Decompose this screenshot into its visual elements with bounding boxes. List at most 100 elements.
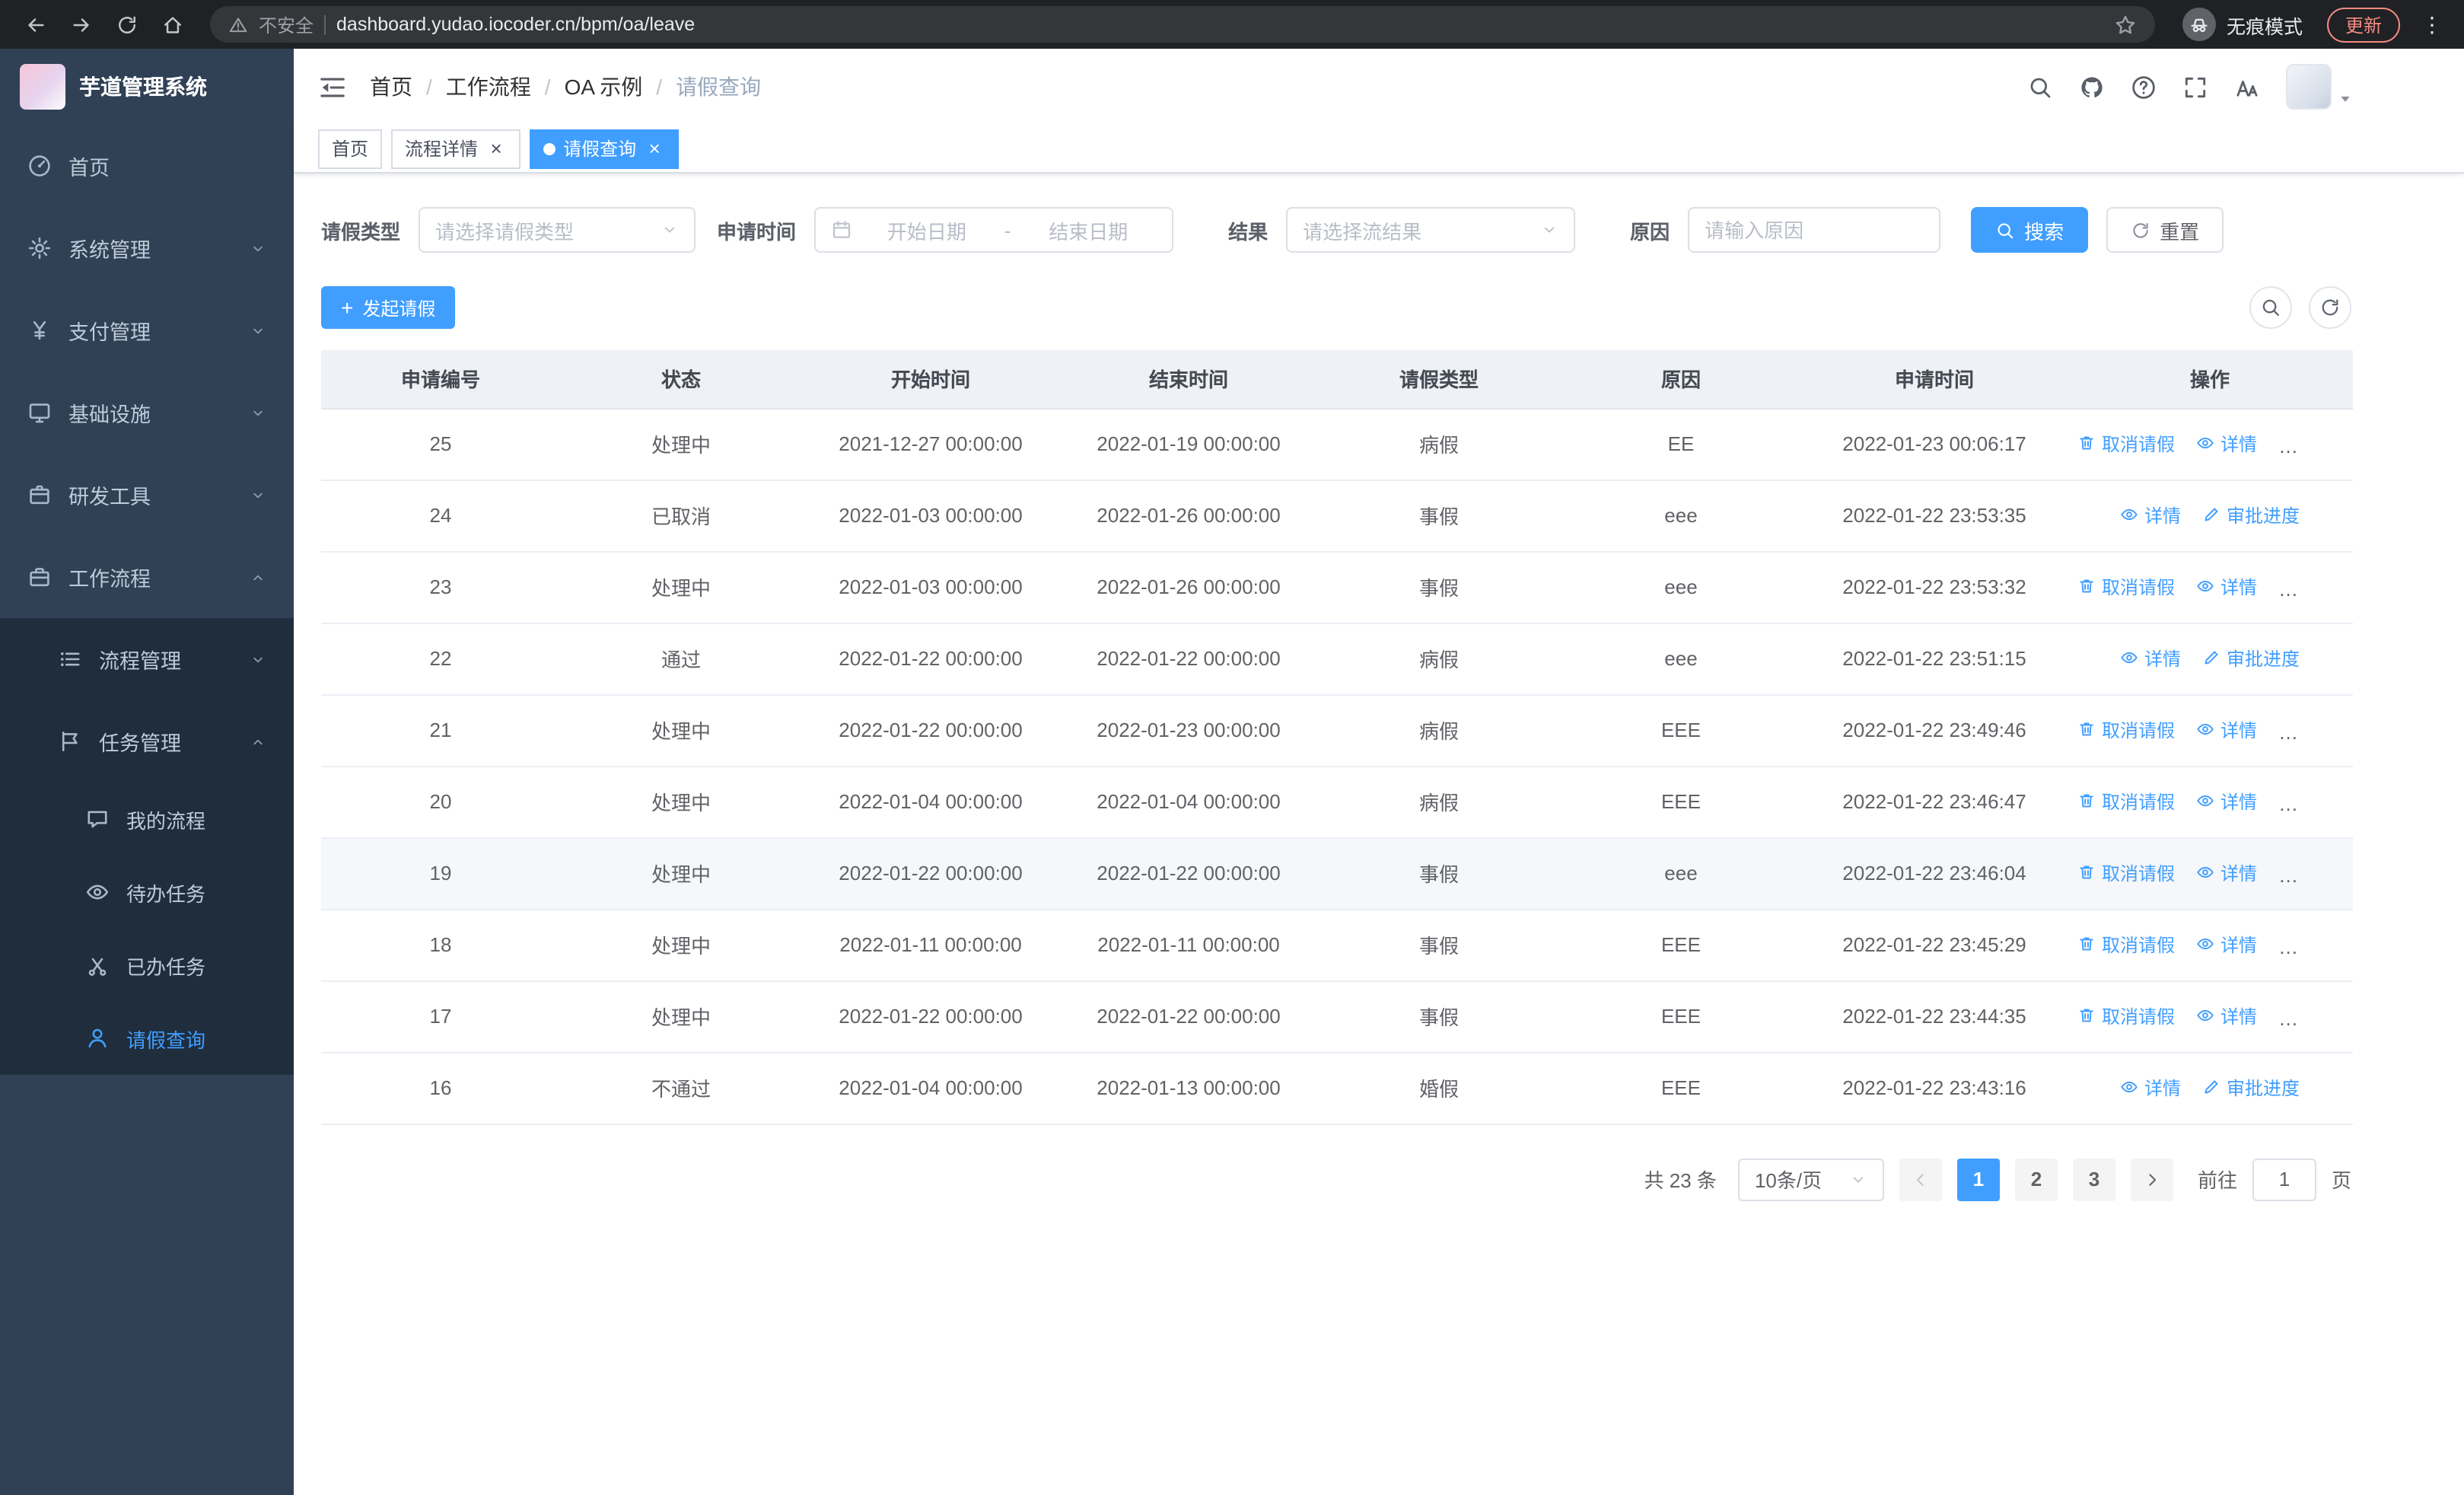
reset-button[interactable]: 重置	[2106, 207, 2224, 253]
forward-icon[interactable]	[61, 5, 100, 44]
cell-id: 25	[321, 408, 560, 480]
sidebar-item-workflow[interactable]: 工作流程	[0, 536, 294, 618]
sidebar-item-system-management[interactable]: 系统管理	[0, 207, 294, 289]
sidebar-item-todo-task[interactable]: 待办任务	[0, 856, 294, 929]
refresh-table-button[interactable]	[2309, 286, 2351, 329]
apply-time-range-picker[interactable]: 开始日期 - 结束日期	[814, 207, 1174, 253]
caret-down-icon	[2338, 91, 2353, 107]
scissors-icon	[85, 953, 110, 977]
detail-link[interactable]: 详情	[2196, 574, 2257, 600]
cancel-link[interactable]: 取消请假	[2077, 1003, 2175, 1029]
trash-icon	[2077, 1007, 2096, 1025]
reload-icon[interactable]	[107, 5, 146, 44]
result-select[interactable]: 请选择流结果	[1286, 207, 1576, 253]
leave-type-select[interactable]: 请选择请假类型	[419, 207, 696, 253]
progress-link[interactable]: 审批进度	[2202, 502, 2300, 528]
cell-type: 病假	[1318, 623, 1560, 695]
cell-id: 24	[321, 480, 560, 552]
cell-status: 不通过	[560, 1052, 802, 1124]
update-button[interactable]: 更新	[2326, 7, 2400, 42]
tab-leave-query[interactable]: 请假查询 ×	[530, 129, 680, 168]
cell-id: 18	[321, 909, 560, 981]
close-tab-icon[interactable]: ×	[644, 138, 665, 159]
tab-process-detail[interactable]: 流程详情 ×	[391, 129, 521, 168]
help-icon[interactable]	[2131, 74, 2157, 100]
detail-link[interactable]: 详情	[2120, 502, 2181, 528]
detail-link[interactable]: 详情	[2196, 431, 2257, 457]
detail-link[interactable]: 详情	[2120, 645, 2181, 671]
page-size-select[interactable]: 10条/页	[1737, 1158, 1884, 1200]
security-warning-icon	[228, 14, 248, 34]
cancel-link[interactable]: 取消请假	[2077, 860, 2175, 886]
home-icon[interactable]	[152, 5, 192, 44]
cell-type: 事假	[1318, 837, 1560, 910]
detail-link[interactable]: 详情	[2196, 789, 2257, 814]
sidebar-item-payment-management[interactable]: 支付管理	[0, 289, 294, 371]
fullscreen-icon[interactable]	[2182, 74, 2208, 100]
back-icon[interactable]	[15, 5, 55, 44]
detail-link[interactable]: 详情	[2196, 860, 2257, 886]
chat-icon	[85, 807, 110, 831]
breadcrumb-item[interactable]: 首页	[370, 72, 412, 102]
reason-input[interactable]	[1688, 207, 1941, 253]
sidebar-item-done-task[interactable]: 已办任务	[0, 929, 294, 1002]
detail-link[interactable]: 详情	[2196, 1003, 2257, 1029]
progress-link[interactable]: 审批进度	[2202, 645, 2300, 671]
sidebar-collapse-icon[interactable]	[318, 72, 347, 101]
cancel-link[interactable]: 取消请假	[2077, 932, 2175, 958]
url-text: dashboard.yudao.iocoder.cn/bpm/oa/leave	[336, 14, 696, 35]
sidebar-item-label: 首页	[68, 157, 110, 180]
font-size-icon[interactable]	[2234, 74, 2260, 100]
column-header: 结束时间	[1059, 350, 1318, 409]
sidebar-item-task-management[interactable]: 任务管理	[0, 700, 294, 783]
page-button-1[interactable]: 1	[1956, 1158, 2000, 1200]
yen-icon	[27, 318, 52, 343]
column-header: 申请编号	[321, 350, 560, 409]
detail-link[interactable]: 详情	[2196, 932, 2257, 958]
devtools-icon	[27, 483, 52, 507]
create-leave-button[interactable]: + 发起请假	[321, 286, 456, 329]
cell-end: 2022-01-13 00:00:00	[1059, 1052, 1318, 1124]
cell-end: 2022-01-11 00:00:00	[1059, 909, 1318, 981]
progress-label: 审批进度	[2227, 648, 2300, 670]
prev-page-button[interactable]	[1899, 1158, 1942, 1200]
search-button-label: 搜索	[2024, 220, 2064, 243]
close-tab-icon[interactable]: ×	[485, 138, 507, 159]
cancel-link[interactable]: 取消请假	[2077, 431, 2175, 457]
cell-apply_time: 2022-01-22 23:43:16	[1802, 1052, 2067, 1124]
progress-link[interactable]: 审批进度	[2202, 1075, 2300, 1101]
leave-table: 申请编号 状态 开始时间 结束时间 请假类型 原因 申请时间 操作 25 处理中 2021-12-…	[321, 350, 2353, 1124]
sidebar-item-my-process[interactable]: 我的流程	[0, 783, 294, 856]
cell-apply_time: 2022-01-23 00:06:17	[1802, 408, 2067, 480]
github-icon[interactable]	[2079, 74, 2105, 100]
tab-home[interactable]: 首页	[318, 129, 383, 168]
page-button-2[interactable]: 2	[2014, 1158, 2058, 1200]
sidebar-item-label: 任务管理	[99, 732, 181, 755]
page-button-3[interactable]: 3	[2072, 1158, 2115, 1200]
toggle-search-button[interactable]	[2249, 286, 2292, 329]
goto-page-input[interactable]	[2252, 1158, 2316, 1200]
sidebar-item-process-management[interactable]: 流程管理	[0, 618, 294, 700]
bookmark-star-icon[interactable]	[2114, 13, 2137, 36]
tab-label: 流程详情	[405, 139, 479, 160]
detail-label: 详情	[2220, 576, 2258, 598]
sidebar-item-home[interactable]: 首页	[0, 125, 294, 207]
browser-menu-icon[interactable]: ⋮	[2415, 11, 2449, 37]
sidebar-item-leave-query[interactable]: 请假查询	[0, 1002, 294, 1075]
address-bar[interactable]: 不安全 dashboard.yudao.iocoder.cn/bpm/oa/le…	[210, 6, 2155, 43]
cancel-link[interactable]: 取消请假	[2077, 717, 2175, 743]
trash-icon	[2077, 936, 2096, 954]
sidebar-item-dev-tools[interactable]: 研发工具	[0, 454, 294, 536]
search-icon[interactable]	[2027, 74, 2053, 100]
user-avatar[interactable]	[2286, 64, 2353, 110]
sidebar-item-infrastructure[interactable]: 基础设施	[0, 371, 294, 454]
detail-link[interactable]: 详情	[2120, 1075, 2181, 1101]
next-page-button[interactable]	[2130, 1158, 2173, 1200]
search-button[interactable]: 搜索	[1971, 207, 2089, 253]
eye-icon	[2196, 792, 2214, 811]
cancel-link[interactable]: 取消请假	[2077, 574, 2175, 600]
detail-link[interactable]: 详情	[2196, 717, 2257, 743]
column-header: 请假类型	[1318, 350, 1560, 409]
cancel-link[interactable]: 取消请假	[2077, 789, 2175, 814]
browser-chrome: 不安全 dashboard.yudao.iocoder.cn/bpm/oa/le…	[0, 0, 2464, 49]
